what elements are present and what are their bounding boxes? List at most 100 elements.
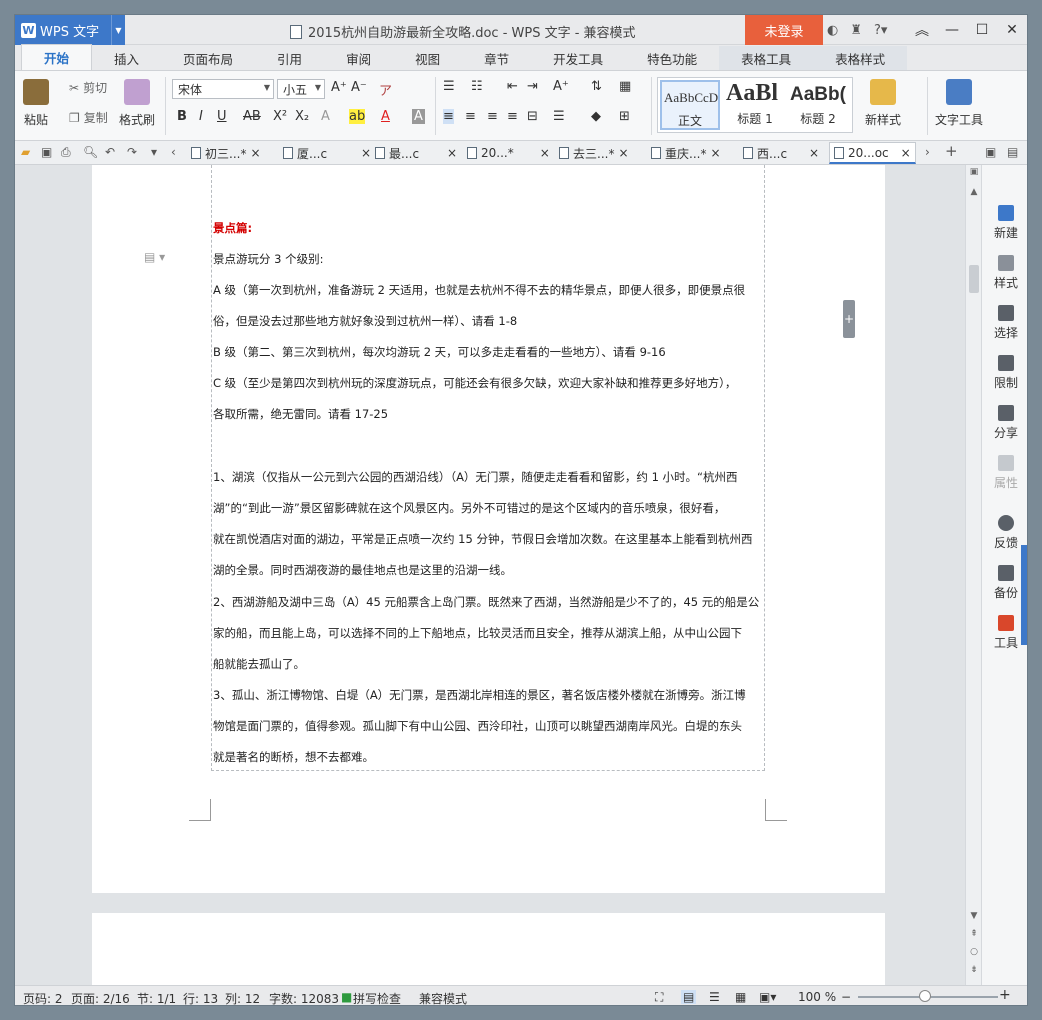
zoom-slider-knob[interactable] [919,990,931,1002]
close-button[interactable]: ✕ [997,15,1027,45]
increase-indent-icon[interactable]: ⇥ [527,79,538,94]
grow-font-icon[interactable]: A⁺ [331,80,347,95]
border-icon[interactable]: ⊞ [619,109,630,124]
superscript-icon[interactable]: X² [273,109,287,124]
chevron-down-icon[interactable]: ▼ [111,15,125,45]
change-case-icon[interactable]: A⁺ [553,79,569,94]
tab-menu-icon[interactable]: ▤ [1007,145,1018,159]
close-tab-icon[interactable]: × [809,146,819,160]
font-size-select[interactable]: 小五 ▼ [277,79,325,99]
bold-icon[interactable]: B [177,109,187,124]
paragraph-menu-icon[interactable]: ▤ ▾ [144,250,165,264]
subscript-icon[interactable]: X₂ [295,109,309,124]
doc-tab[interactable]: 重庆...* × [651,144,721,162]
task-pane-toggle[interactable] [1021,545,1027,645]
tab-table-style[interactable]: 表格样式 [813,46,908,70]
strikethrough-icon[interactable]: AB [243,109,261,124]
tab-review[interactable]: 审阅 [324,46,393,70]
restrict-button[interactable]: 限制 [982,355,1027,391]
tab-view[interactable]: 视图 [393,46,462,70]
shirt-icon[interactable]: ♜ [850,23,862,38]
doc-tab[interactable]: 20...* × [467,144,550,162]
doc-tab-active[interactable]: 20...oc × [829,142,916,164]
doc-tab[interactable]: 厦...c × [283,144,371,162]
style-heading-1[interactable]: AaBl 标题 1 [724,80,786,130]
text-effect-icon[interactable]: A [321,109,330,124]
outline-view-icon[interactable]: ☰ [709,990,720,1004]
login-button[interactable]: 未登录 [745,15,823,45]
table-grid-icon[interactable]: ▦ [619,79,631,94]
tab-insert[interactable]: 插入 [92,46,161,70]
scroll-down-icon[interactable]: ▼ [966,911,982,921]
doc-tab[interactable]: 去三...* × [559,144,629,162]
underline-icon[interactable]: U [217,109,227,124]
close-tab-icon[interactable]: × [447,146,457,160]
close-tab-icon[interactable]: × [361,146,371,160]
numbered-list-icon[interactable]: ☷ [471,79,483,94]
font-color-icon[interactable]: A [381,109,390,124]
scrollbar-thumb[interactable] [969,265,979,293]
status-pages[interactable]: 页面: 2/16 [71,990,130,1005]
expand-handle-icon[interactable]: + [843,300,855,338]
fullscreen-view-icon[interactable]: ⛶ [655,990,663,1005]
vertical-scrollbar[interactable]: ▣ ▲ ▼ ⇞ ○ ⇟ [965,165,981,985]
shrink-font-icon[interactable]: A⁻ [351,80,367,95]
phonetic-icon[interactable]: ア [379,80,392,99]
undo-icon[interactable]: ↶ [105,145,115,159]
share-button[interactable]: 分享 [982,405,1027,441]
new-style-button[interactable]: 新样式 [865,79,901,128]
document-page[interactable]: ▤ ▾ 景点篇: 景点游玩分 3 个级别: A 级（第一次到杭州，准备游玩 2 … [92,165,885,893]
document-page-next[interactable] [92,913,885,985]
doc-tab[interactable]: 最...c × [375,144,457,162]
font-name-select[interactable]: 宋体 ▼ [172,79,274,99]
help-button[interactable]: ?▾ [874,23,887,38]
quick-access-dropdown-icon[interactable]: ▾ [151,145,157,159]
scroll-tabs-left-icon[interactable]: ‹ [171,145,176,159]
web-view-icon[interactable]: ▦ [735,990,746,1004]
style-normal[interactable]: AaBbCcD 正文 [660,80,720,130]
zoom-out-icon[interactable]: − [841,990,851,1004]
justify-icon[interactable]: ≡ [507,109,518,124]
zoom-level[interactable]: 100 % [798,990,836,1004]
distribute-icon[interactable]: ⊟ [527,109,538,124]
paste-button[interactable]: 粘贴 [23,79,49,128]
tab-special[interactable]: 特色功能 [625,46,719,70]
close-tab-icon[interactable]: × [540,146,550,160]
format-painter-button[interactable]: 格式刷 [119,79,155,128]
scroll-up-icon[interactable]: ▲ [966,187,982,197]
save-icon[interactable]: ▣ [41,145,52,159]
tab-developer[interactable]: 开发工具 [531,46,625,70]
new-tab-icon[interactable]: + [945,142,958,160]
align-left-icon[interactable]: ≡ [443,109,454,124]
sort-icon[interactable]: ⇅ [591,79,602,94]
decrease-indent-icon[interactable]: ⇤ [507,79,518,94]
read-view-icon[interactable]: ▣▾ [759,990,776,1004]
print-icon[interactable]: ⎙ [61,145,71,160]
close-tab-icon[interactable]: × [901,146,911,160]
new-button[interactable]: 新建 [982,205,1027,241]
redo-icon[interactable]: ↷ [127,145,137,159]
doc-tab[interactable]: 初三...* × [191,144,261,162]
copy-button[interactable]: ❐ 复制 [69,109,108,126]
text-tools-button[interactable]: 文字工具 [935,79,983,128]
open-folder-icon[interactable]: ▰ [21,145,30,159]
scroll-tabs-right-icon[interactable]: › [925,145,930,159]
close-tab-icon[interactable]: × [710,146,720,160]
spell-check-button[interactable]: 拼写检查 [353,990,401,1005]
char-shading-icon[interactable]: A [412,109,425,124]
doc-tab[interactable]: 西...c × [743,144,819,162]
tab-table-tools[interactable]: 表格工具 [719,46,814,70]
align-center-icon[interactable]: ≡ [465,109,476,124]
browse-object-icon[interactable]: ○ [966,947,982,957]
tab-references[interactable]: 引用 [255,46,324,70]
shading-icon[interactable]: ◆ [591,109,601,124]
page-view-icon[interactable]: ▤ [681,990,697,1004]
next-page-icon[interactable]: ⇟ [966,965,982,975]
zoom-in-icon[interactable]: + [999,987,1011,1003]
bullet-list-icon[interactable]: ☰ [443,79,455,94]
highlight-icon[interactable]: ab [349,109,366,124]
italic-icon[interactable]: I [199,109,203,124]
print-preview-icon[interactable]: 🔍︎ [83,145,98,159]
prev-page-icon[interactable]: ⇞ [966,929,982,939]
style-button[interactable]: 样式 [982,255,1027,291]
